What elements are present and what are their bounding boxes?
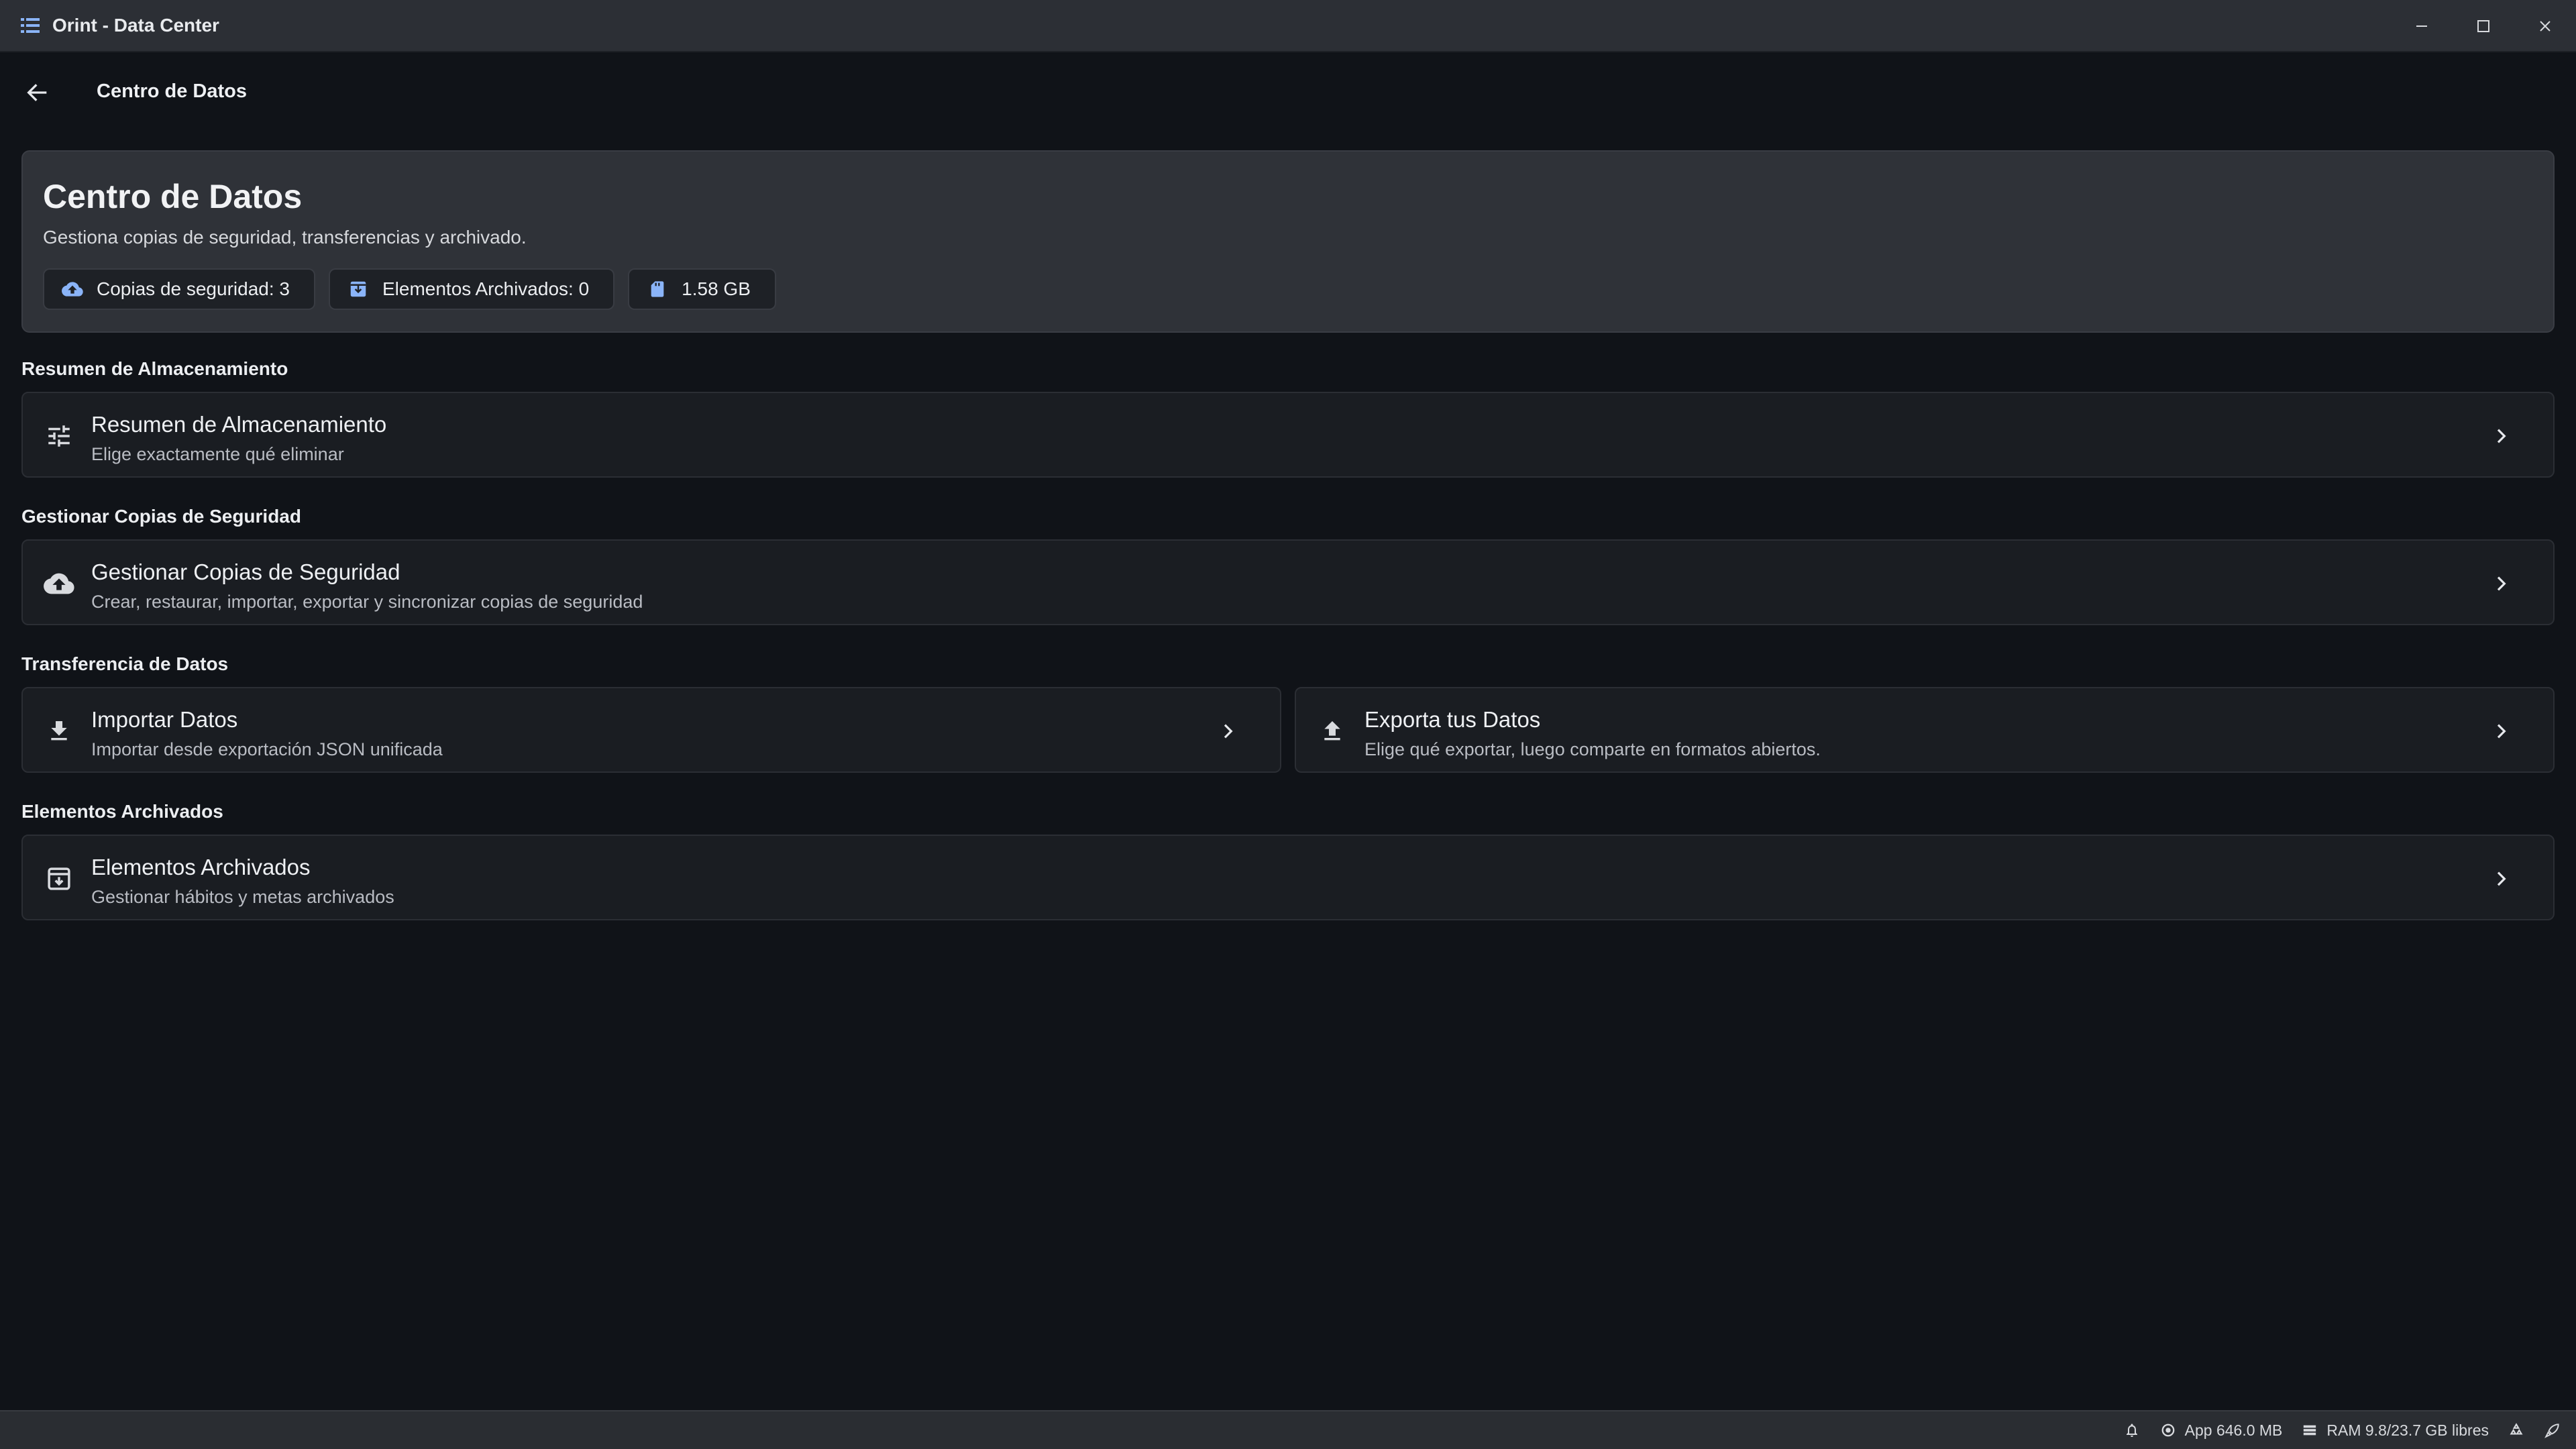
archived-items-card[interactable]: Elementos Archivados Gestionar hábitos y… [21, 835, 2555, 920]
manage-backups-title: Gestionar Copias de Seguridad [91, 559, 400, 584]
cloud-upload-icon [42, 566, 76, 601]
memory-icon [2159, 1421, 2177, 1439]
storage-size-chip: 1.58 GB [628, 268, 776, 310]
cloud-upload-icon [62, 278, 83, 300]
back-button[interactable] [20, 75, 55, 110]
upload-icon [1315, 714, 1350, 749]
section-label-backups: Gestionar Copias de Seguridad [21, 506, 301, 527]
import-data-card[interactable]: Importar Datos Importar desde exportació… [21, 687, 1281, 773]
storage-summary-subtitle: Elige exactamente qué eliminar [91, 444, 344, 464]
archived-items-title: Elementos Archivados [91, 855, 311, 879]
close-icon [2540, 21, 2551, 32]
maximize-icon [2477, 20, 2489, 32]
close-button[interactable] [2514, 0, 2576, 52]
export-data-title: Exporta tus Datos [1364, 707, 1541, 732]
tune-icon [42, 419, 76, 453]
storage-size-label: 1.58 GB [682, 278, 751, 299]
page-title: Centro de Datos [97, 80, 247, 102]
archived-items-subtitle: Gestionar hábitos y metas archivados [91, 887, 394, 907]
export-data-card[interactable]: Exporta tus Datos Elige qué exportar, lu… [1295, 687, 2555, 773]
archived-count-chip: Elementos Archivados: 0 [328, 268, 615, 310]
backup-count-chip: Copias de seguridad: 3 [43, 268, 315, 310]
hero-subtitle: Gestiona copias de seguridad, transferen… [43, 227, 527, 248]
hero-card: Centro de Datos Gestiona copias de segur… [21, 150, 2555, 333]
manage-backups-card[interactable]: Gestionar Copias de Seguridad Crear, res… [21, 539, 2555, 625]
import-data-title: Importar Datos [91, 707, 238, 732]
status-bar: App 646.0 MB RAM 9.8/23.7 GB libres [0, 1410, 2576, 1449]
app-memory-label: App 646.0 MB [2184, 1421, 2283, 1439]
export-data-subtitle: Elige qué exportar, luego comparte en fo… [1364, 739, 1821, 759]
download-icon [42, 714, 76, 749]
chevron-right-icon [2486, 421, 2516, 451]
storage-icon [2301, 1421, 2318, 1439]
manage-backups-subtitle: Crear, restaurar, importar, exportar y s… [91, 592, 643, 612]
import-data-subtitle: Importar desde exportación JSON unificad… [91, 739, 443, 759]
app-memory-status: App 646.0 MB [2159, 1421, 2283, 1440]
archive-icon [42, 861, 76, 896]
section-label-transfer: Transferencia de Datos [21, 653, 229, 674]
maximize-button[interactable] [2453, 0, 2514, 52]
chevron-right-icon [2486, 716, 2516, 746]
ram-label: RAM 9.8/23.7 GB libres [2326, 1421, 2489, 1439]
sd-card-icon [647, 278, 668, 300]
app-menu-icon[interactable] [20, 15, 40, 36]
section-label-archived: Elementos Archivados [21, 801, 223, 822]
archive-icon [347, 278, 369, 300]
window-titlebar: Orint - Data Center [0, 0, 2576, 52]
archived-count-label: Elementos Archivados: 0 [382, 278, 590, 299]
recycle-icon[interactable] [2508, 1421, 2525, 1439]
backup-count-label: Copias de seguridad: 3 [97, 278, 290, 299]
hero-title: Centro de Datos [43, 178, 303, 215]
rocket-icon[interactable] [2544, 1421, 2561, 1439]
bell-icon[interactable] [2123, 1421, 2141, 1439]
arrow-back-icon [27, 84, 47, 101]
storage-summary-card[interactable]: Resumen de Almacenamiento Elige exactame… [21, 392, 2555, 478]
hero-chips: Copias de seguridad: 3 Elementos Archiva… [43, 268, 776, 310]
section-label-storage: Resumen de Almacenamiento [21, 358, 288, 379]
chevron-right-icon [1213, 716, 1242, 746]
chevron-right-icon [2486, 864, 2516, 894]
storage-summary-title: Resumen de Almacenamiento [91, 412, 387, 437]
ram-status: RAM 9.8/23.7 GB libres [2301, 1421, 2489, 1440]
window-title: Orint - Data Center [52, 15, 219, 36]
minimize-icon [2416, 25, 2427, 27]
window-controls [2391, 0, 2576, 52]
chevron-right-icon [2486, 569, 2516, 598]
minimize-button[interactable] [2391, 0, 2453, 52]
